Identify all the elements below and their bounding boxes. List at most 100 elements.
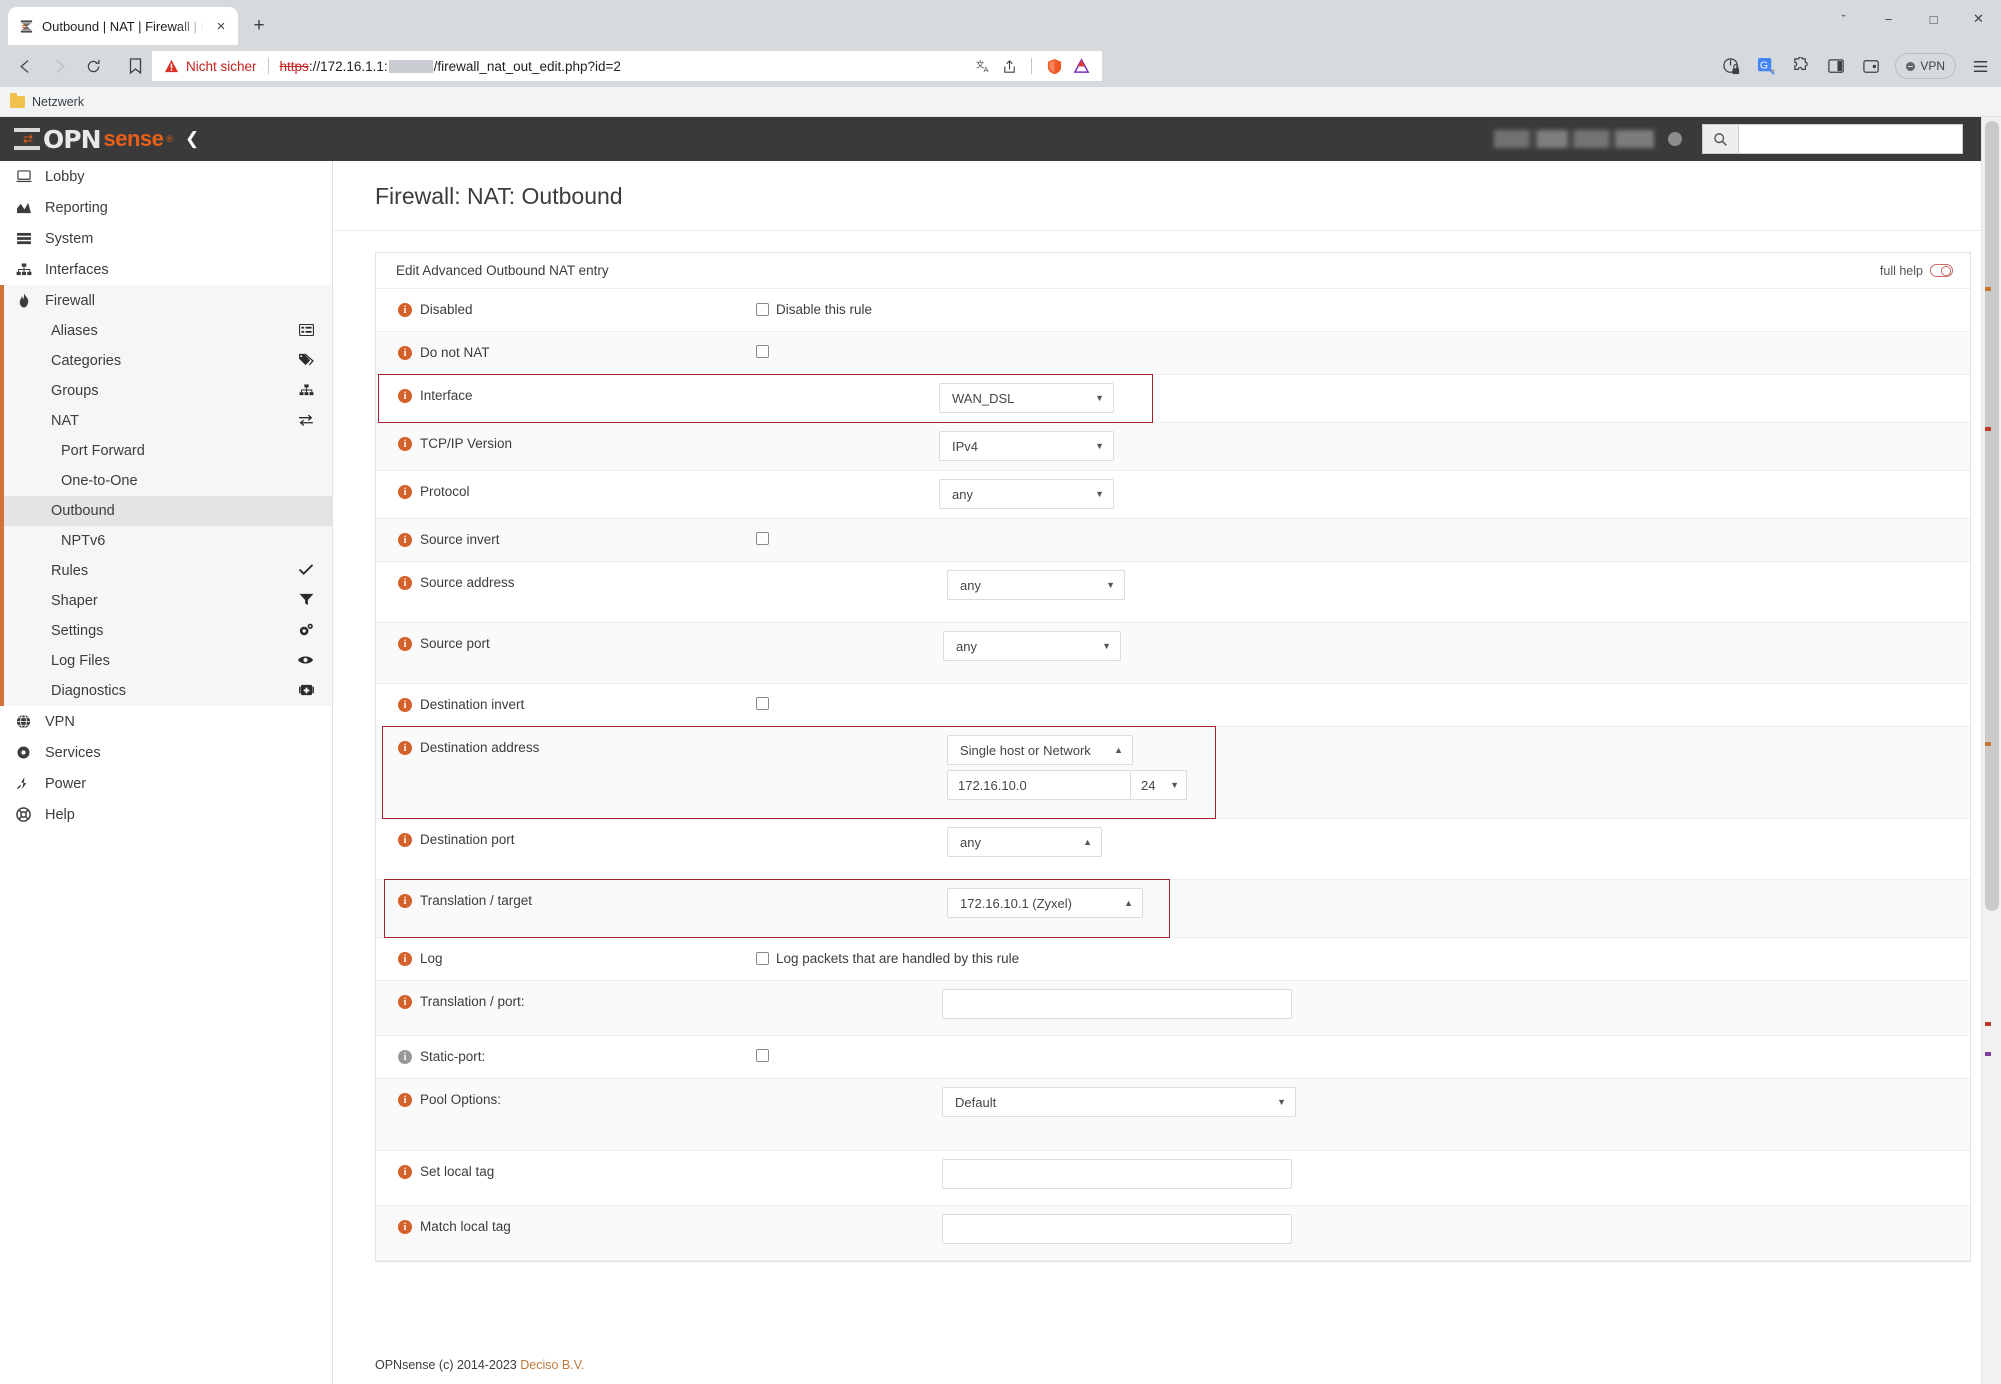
global-search[interactable] xyxy=(1702,124,1963,154)
info-icon[interactable]: i xyxy=(398,952,412,966)
match-local-tag-input[interactable] xyxy=(942,1214,1292,1244)
sidebar-item-one-to-one[interactable]: One-to-One xyxy=(4,466,332,496)
sidebar-item-reporting[interactable]: Reporting xyxy=(0,192,332,223)
sidebar-item-system[interactable]: System xyxy=(0,223,332,254)
page-scrollbar[interactable] xyxy=(1981,117,2001,1384)
info-icon[interactable]: i xyxy=(398,894,412,908)
static-port-checkbox[interactable] xyxy=(756,1049,769,1062)
sidebar-item-help[interactable]: Help xyxy=(0,799,332,830)
tab-search-chevron-icon[interactable]: ˇ xyxy=(1821,0,1866,38)
sidebar-item-nat[interactable]: NAT xyxy=(4,406,332,436)
system-status-dot-icon[interactable] xyxy=(1668,132,1682,146)
log-checkbox[interactable] xyxy=(756,952,769,965)
sidebar-item-groups[interactable]: Groups xyxy=(4,376,332,406)
maximize-button[interactable]: □ xyxy=(1911,0,1956,38)
info-icon[interactable]: i xyxy=(398,1050,412,1064)
sidebar-item-log-files[interactable]: Log Files xyxy=(4,646,332,676)
info-icon[interactable]: i xyxy=(398,533,412,547)
wallet-icon[interactable] xyxy=(1860,55,1882,77)
brave-shield-icon[interactable] xyxy=(1046,58,1063,75)
do-not-nat-checkbox-line[interactable] xyxy=(756,340,1970,358)
set-local-tag-input[interactable] xyxy=(942,1159,1292,1189)
do-not-nat-checkbox[interactable] xyxy=(756,345,769,358)
info-icon[interactable]: i xyxy=(398,303,412,317)
info-icon[interactable]: i xyxy=(398,698,412,712)
info-icon[interactable]: i xyxy=(398,485,412,499)
reload-button[interactable] xyxy=(78,51,108,81)
extension-triangle-icon[interactable] xyxy=(1073,57,1090,75)
destination-address-ip-input[interactable]: 172.16.10.0 xyxy=(947,770,1131,800)
info-icon[interactable]: i xyxy=(398,833,412,847)
bookmark-folder-label[interactable]: Netzwerk xyxy=(32,95,84,109)
destination-address-type-select[interactable]: Single host or Network ▲ xyxy=(947,735,1133,765)
info-icon[interactable]: i xyxy=(398,346,412,360)
share-icon[interactable] xyxy=(1002,59,1017,74)
sidebar-item-interfaces[interactable]: Interfaces xyxy=(0,254,332,285)
info-icon[interactable]: i xyxy=(398,1165,412,1179)
toggle-switch-icon[interactable] xyxy=(1930,264,1953,277)
info-icon[interactable]: i xyxy=(398,1220,412,1234)
sidebar-item-settings[interactable]: Settings xyxy=(4,616,332,646)
opnsense-logo[interactable]: ⇄ OPN sense ® xyxy=(0,125,175,154)
translate-icon[interactable]: 文A xyxy=(976,59,992,74)
bookmark-star-icon[interactable] xyxy=(118,51,152,81)
search-icon[interactable] xyxy=(1702,124,1738,154)
search-input[interactable] xyxy=(1738,124,1963,154)
translation-port-input[interactable] xyxy=(942,989,1292,1019)
destination-address-mask-select[interactable]: 24 ▼ xyxy=(1131,770,1187,800)
full-help-toggle[interactable]: full help xyxy=(1880,264,1953,278)
close-window-button[interactable]: ✕ xyxy=(1956,0,2001,38)
sidebar-item-port-forward[interactable]: Port Forward xyxy=(4,436,332,466)
sidebar-item-power[interactable]: Power xyxy=(0,768,332,799)
footer-company-link[interactable]: Deciso B.V. xyxy=(520,1358,584,1372)
info-icon[interactable]: i xyxy=(398,995,412,1009)
log-checkbox-line[interactable]: Log packets that are handled by this rul… xyxy=(756,946,1970,966)
protocol-select[interactable]: any ▼ xyxy=(939,479,1114,509)
sidebar-item-lobby[interactable]: Lobby xyxy=(0,161,332,192)
address-bar[interactable]: Nicht sicher https://172.16.1.1: /firewal… xyxy=(152,51,1102,81)
sidebar-item-firewall[interactable]: Firewall xyxy=(4,285,332,316)
info-icon[interactable]: i xyxy=(398,741,412,755)
sidebar-item-rules[interactable]: Rules xyxy=(4,556,332,586)
sidebar-collapse-chevron-left-icon[interactable]: ❮ xyxy=(185,129,199,149)
info-icon[interactable]: i xyxy=(398,389,412,403)
source-address-select[interactable]: any ▼ xyxy=(947,570,1125,600)
info-icon[interactable]: i xyxy=(398,637,412,651)
sidebar-item-vpn[interactable]: VPN xyxy=(0,706,332,737)
info-icon[interactable]: i xyxy=(398,437,412,451)
interface-select[interactable]: WAN_DSL ▼ xyxy=(939,383,1114,413)
google-translate-icon[interactable]: G xyxy=(1755,55,1777,77)
sidebar-item-nptv6[interactable]: NPTv6 xyxy=(4,526,332,556)
sidebar-item-categories[interactable]: Categories xyxy=(4,346,332,376)
source-invert-checkbox[interactable] xyxy=(756,532,769,545)
info-icon[interactable]: i xyxy=(398,576,412,590)
sidebar-panel-icon[interactable] xyxy=(1825,55,1847,77)
source-port-select[interactable]: any ▼ xyxy=(943,631,1121,661)
info-icon[interactable]: i xyxy=(398,1093,412,1107)
tab-close-icon[interactable]: × xyxy=(212,17,230,35)
pool-options-select[interactable]: Default ▼ xyxy=(942,1087,1296,1117)
translation-target-select[interactable]: 172.16.10.1 (Zyxel) ▲ xyxy=(947,888,1143,918)
tcpip-version-select[interactable]: IPv4 ▼ xyxy=(939,431,1114,461)
disable-rule-checkbox-line[interactable]: Disable this rule xyxy=(756,297,1970,317)
destination-invert-checkbox-line[interactable] xyxy=(756,692,1970,710)
sidebar-item-shaper[interactable]: Shaper xyxy=(4,586,332,616)
hamburger-menu-icon[interactable] xyxy=(1969,55,1991,77)
sidebar-item-aliases[interactable]: Aliases xyxy=(4,316,332,346)
sync-lock-icon[interactable] xyxy=(1720,55,1742,77)
vpn-toggle-button[interactable]: VPN xyxy=(1895,53,1956,79)
new-tab-button[interactable]: + xyxy=(244,11,274,41)
sidebar-item-outbound[interactable]: Outbound xyxy=(0,496,332,526)
sidebar-item-diagnostics[interactable]: Diagnostics xyxy=(4,676,332,706)
minimize-button[interactable]: − xyxy=(1866,0,1911,38)
static-port-checkbox-line[interactable] xyxy=(756,1044,1970,1062)
forward-button[interactable] xyxy=(44,51,74,81)
destination-invert-checkbox[interactable] xyxy=(756,697,769,710)
destination-port-select[interactable]: any ▲ xyxy=(947,827,1102,857)
browser-tab[interactable]: Outbound | NAT | Firewall | OPNs × xyxy=(8,7,238,45)
sidebar-item-services[interactable]: Services xyxy=(0,737,332,768)
scrollbar-thumb[interactable] xyxy=(1985,121,1999,911)
extensions-puzzle-icon[interactable] xyxy=(1790,55,1812,77)
source-invert-checkbox-line[interactable] xyxy=(756,527,1970,545)
disable-rule-checkbox[interactable] xyxy=(756,303,769,316)
